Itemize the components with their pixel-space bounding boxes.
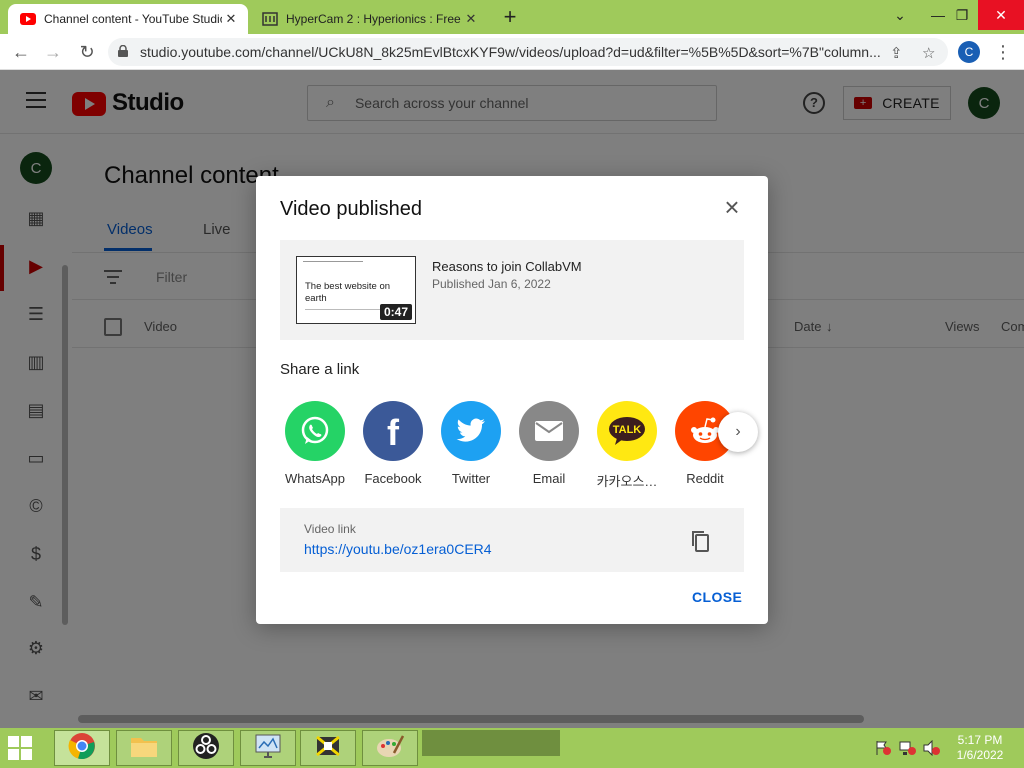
share-label: WhatsApp	[285, 471, 345, 486]
share-whatsapp[interactable]: WhatsApp	[280, 401, 350, 486]
copy-icon[interactable]	[690, 530, 710, 552]
monitor-icon	[254, 733, 282, 764]
folder-icon	[130, 734, 158, 763]
share-label: Reddit	[686, 471, 724, 486]
bookmark-star-icon[interactable]: ☆	[922, 44, 935, 62]
hypercam-icon	[314, 732, 342, 765]
browser-tabstrip: Channel content - YouTube Studio ✕ Hyper…	[0, 0, 1024, 34]
tab-label: Channel content - YouTube Studio	[44, 12, 222, 26]
share-email[interactable]: Email	[514, 401, 584, 486]
share-facebook[interactable]: f Facebook	[358, 401, 428, 486]
thumb-line	[305, 309, 385, 310]
video-published-dialog: Video published × The best website on ea…	[256, 176, 768, 624]
lock-icon	[118, 44, 128, 60]
forward-arrow-icon[interactable]: →	[40, 40, 66, 64]
share-next-chevron-icon[interactable]: ›	[718, 412, 758, 452]
clock-time: 5:17 PM	[957, 733, 1003, 747]
action-center-flag-icon[interactable]	[874, 740, 892, 756]
whatsapp-icon	[285, 401, 345, 461]
tab-youtube-studio[interactable]: Channel content - YouTube Studio ✕	[8, 4, 248, 34]
twitter-icon	[441, 401, 501, 461]
video-card: The best website on earth 0:47 Reasons t…	[280, 240, 744, 340]
share-label: Email	[532, 471, 566, 486]
network-icon[interactable]	[898, 740, 916, 756]
tab-close-icon[interactable]: ✕	[462, 11, 480, 27]
hypercam-favicon-icon	[262, 11, 278, 27]
dialog-close-icon[interactable]: ×	[720, 194, 744, 220]
address-bar[interactable]: studio.youtube.com/channel/UCkU8N_8k25mE…	[108, 38, 948, 66]
new-tab-button[interactable]: +	[498, 6, 522, 30]
svg-text:TALK: TALK	[613, 424, 642, 436]
browser-profile-avatar[interactable]: C	[958, 41, 980, 63]
windows-taskbar: 5:17 PM 1/6/2022	[0, 728, 1024, 768]
dialog-title: Video published	[280, 198, 422, 220]
thumbnail-text: The best website on earth	[305, 281, 391, 304]
taskbar-chrome[interactable]	[54, 730, 110, 766]
windows-start-icon[interactable]	[8, 736, 32, 760]
clock-date: 1/6/2022	[956, 748, 1004, 762]
tab-close-icon[interactable]: ✕	[222, 11, 240, 27]
share-label: 카카오스…	[596, 474, 658, 489]
chrome-icon	[68, 732, 96, 765]
share-kakaostory[interactable]: TALK 카카오스…	[592, 401, 662, 490]
close-button[interactable]: CLOSE	[692, 589, 742, 605]
obs-icon	[192, 732, 220, 765]
share-label: Facebook	[364, 471, 422, 486]
kakaotalk-icon: TALK	[597, 401, 657, 461]
share-label: Twitter	[451, 471, 491, 486]
video-link-label: Video link	[304, 522, 356, 536]
address-url: studio.youtube.com/channel/UCkU8N_8k25mE…	[140, 44, 881, 60]
tab-label: HyperCam 2 : Hyperionics : Free	[286, 12, 461, 26]
share-twitter[interactable]: Twitter	[436, 401, 506, 486]
browser-menu-icon[interactable]: ⋮	[990, 40, 1016, 64]
video-duration: 0:47	[379, 304, 412, 320]
taskbar-obs[interactable]	[178, 730, 234, 766]
video-publish-date: Published Jan 6, 2022	[432, 277, 551, 291]
back-arrow-icon[interactable]: ←	[8, 40, 34, 64]
tab-hypercam[interactable]: HyperCam 2 : Hyperionics : Free ✕	[250, 4, 488, 34]
taskbar-file-explorer[interactable]	[116, 730, 172, 766]
share-heading: Share a link	[280, 361, 360, 378]
taskbar-clock[interactable]: 5:17 PM 1/6/2022	[950, 733, 1010, 763]
facebook-icon: f	[363, 401, 423, 461]
youtube-favicon-icon	[20, 11, 36, 27]
thumb-line	[303, 261, 363, 262]
video-link-url[interactable]: https://youtu.be/oz1era0CER4	[304, 541, 492, 557]
share-icon[interactable]: ⇪	[890, 44, 903, 62]
tab-search-chevron-icon[interactable]: ⌄	[882, 0, 918, 30]
taskbar-hypercam[interactable]	[300, 730, 356, 766]
taskbar-monitor-app[interactable]	[240, 730, 296, 766]
video-title: Reasons to join CollabVM	[432, 259, 582, 274]
window-close-button[interactable]: ✕	[978, 0, 1024, 30]
taskbar-spacer	[422, 730, 560, 756]
restore-button[interactable]: ❐	[944, 0, 980, 30]
volume-muted-icon[interactable]	[922, 739, 940, 757]
paint-palette-icon	[376, 733, 405, 764]
browser-toolbar: ← → ↻ studio.youtube.com/channel/UCkU8N_…	[0, 34, 1024, 70]
email-envelope-icon	[519, 401, 579, 461]
video-thumbnail[interactable]: The best website on earth 0:47	[296, 256, 416, 324]
taskbar-paint[interactable]	[362, 730, 418, 766]
video-link-box: Video link https://youtu.be/oz1era0CER4	[280, 508, 744, 572]
reload-icon[interactable]: ↻	[74, 40, 100, 64]
